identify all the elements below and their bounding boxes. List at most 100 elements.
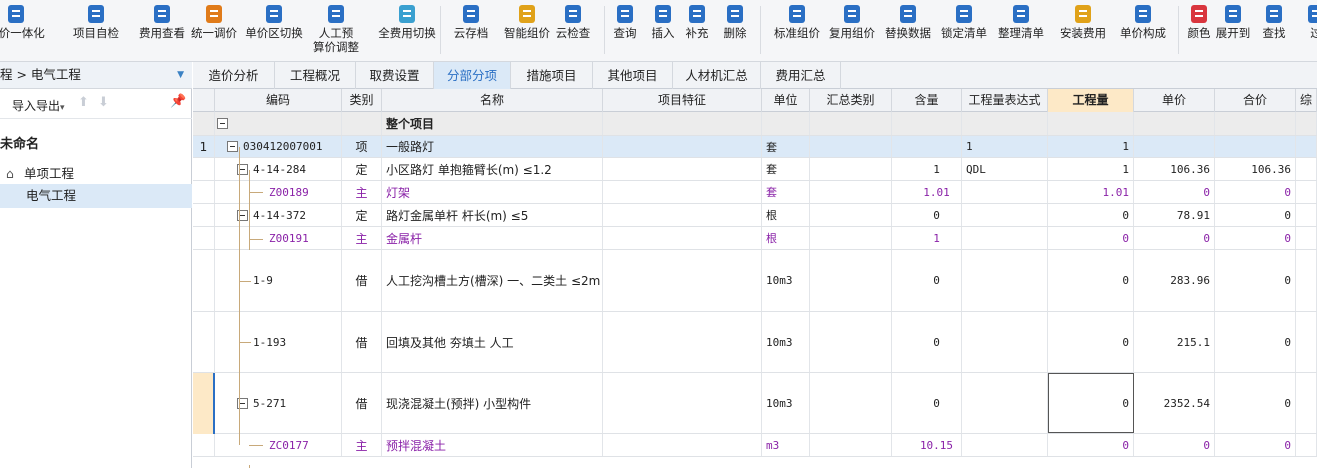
breadcrumb[interactable]: 程 > 电气工程 ▼ (0, 62, 192, 89)
cell-comp[interactable] (1296, 434, 1317, 456)
cell-total[interactable]: 0 (1215, 373, 1296, 433)
tree-item-electrical[interactable]: 电气工程 (0, 184, 192, 208)
toolbar-button-0[interactable]: 量价一体化 (0, 0, 46, 61)
cell-type[interactable]: 主 (342, 227, 382, 249)
cell-name[interactable]: 一般路灯 (382, 136, 603, 157)
cell-total[interactable]: 0 (1215, 312, 1296, 372)
cell-total[interactable] (1215, 112, 1296, 135)
toolbar-button-21[interactable]: 颜色 (1184, 0, 1214, 61)
tab-7[interactable]: 费用汇总 (761, 62, 841, 89)
cell-no[interactable] (193, 312, 215, 372)
table-row[interactable]: 1 030412007001 项 一般路灯 套 1 1 (193, 136, 1317, 158)
cell-code[interactable]: 5-271 (215, 373, 342, 433)
tab-5[interactable]: 其他项目 (593, 62, 673, 89)
cell-comp[interactable] (1296, 373, 1317, 433)
cell-expr[interactable]: QDL (962, 158, 1048, 180)
chevron-down-icon[interactable]: ▼ (177, 62, 184, 88)
cell-code[interactable] (215, 112, 342, 135)
cell-feature[interactable] (603, 112, 762, 135)
cell-no[interactable] (193, 181, 215, 203)
cell-qty[interactable]: 0 (1048, 312, 1134, 372)
cell-type[interactable]: 借 (342, 373, 382, 433)
cell-expr[interactable] (962, 204, 1048, 226)
toolbar-button-1[interactable]: 项目自检 (64, 0, 128, 61)
cell-feature[interactable] (603, 158, 762, 180)
toolbar-button-3[interactable]: 统一调价 (186, 0, 242, 61)
cell-expr[interactable] (962, 312, 1048, 372)
cell-qty_ratio[interactable] (892, 136, 962, 157)
import-export-button[interactable]: 导入导出▾ (12, 97, 65, 114)
cell-expr[interactable] (962, 373, 1048, 433)
cell-qty_ratio[interactable]: 1 (892, 227, 962, 249)
cell-qty[interactable]: 0 (1048, 204, 1134, 226)
cell-price[interactable]: 0 (1134, 227, 1215, 249)
column-header-9[interactable]: 单价 (1134, 89, 1215, 112)
cell-qty[interactable]: 0 (1048, 373, 1134, 433)
cell-summary[interactable] (810, 434, 892, 456)
cell-expr[interactable] (962, 250, 1048, 311)
toolbar-button-17[interactable]: 锁定清单 (938, 0, 990, 61)
toolbar-button-8[interactable]: 智能组价 (499, 0, 555, 61)
cell-feature[interactable] (603, 250, 762, 311)
toolbar-button-24[interactable]: 过 (1296, 0, 1317, 61)
cell-name[interactable]: 整个项目 (382, 112, 603, 135)
cell-summary[interactable] (810, 227, 892, 249)
cell-qty_ratio[interactable]: 1 (892, 158, 962, 180)
cell-expr[interactable] (962, 112, 1048, 135)
tab-1[interactable]: 工程概况 (275, 62, 356, 89)
unit-project-node[interactable]: ⌂ 单项工程 (6, 163, 74, 182)
cell-total[interactable] (1215, 136, 1296, 157)
cell-code[interactable]: ZC0177 (215, 434, 342, 456)
cell-feature[interactable] (603, 204, 762, 226)
table-row[interactable]: 5-271 借 现浇混凝土(预拌) 小型构件 10m3 0 0 2352.54 0 (193, 373, 1317, 434)
cell-comp[interactable] (1296, 158, 1317, 180)
collapse-toggle-icon[interactable] (217, 118, 228, 129)
toolbar-button-7[interactable]: 云存档 (446, 0, 496, 61)
cell-code[interactable]: 1-9 (215, 250, 342, 311)
cell-no[interactable]: 1 (193, 136, 215, 157)
toolbar-button-19[interactable]: 安装费用 (1055, 0, 1111, 61)
table-row[interactable]: 1-193 借 回填及其他 夯填土 人工 10m3 0 0 215.1 0 (193, 312, 1317, 373)
toolbar-button-2[interactable]: 费用查看 (133, 0, 191, 61)
cell-qty[interactable]: 0 (1048, 434, 1134, 456)
cell-qty[interactable]: 0 (1048, 227, 1134, 249)
cell-unit[interactable]: m3 (762, 434, 810, 456)
toolbar-button-11[interactable]: 插入 (647, 0, 679, 61)
move-down-icon[interactable]: ⬇ (98, 95, 112, 111)
cell-unit[interactable]: 套 (762, 181, 810, 203)
cell-name[interactable]: 回填及其他 夯填土 人工 (382, 312, 603, 372)
toolbar-button-12[interactable]: 补充 (681, 0, 713, 61)
tab-0[interactable]: 造价分析 (193, 62, 275, 89)
cell-qty_ratio[interactable]: 0 (892, 373, 962, 433)
cell-summary[interactable] (810, 373, 892, 433)
cell-name[interactable]: 现浇混凝土(预拌) 小型构件 (382, 373, 603, 433)
cell-unit[interactable]: 根 (762, 204, 810, 226)
toolbar-button-13[interactable]: 删除 (718, 0, 752, 61)
cell-unit[interactable] (762, 112, 810, 135)
tab-3[interactable]: 分部分项 (434, 62, 511, 89)
cell-price[interactable]: 283.96 (1134, 250, 1215, 311)
column-header-1[interactable]: 类别 (342, 89, 382, 112)
cell-name[interactable]: 小区路灯 单抱箍臂长(m) ≤1.2 (382, 158, 603, 180)
cell-name[interactable]: 灯架 (382, 181, 603, 203)
table-row[interactable]: Z00191 主 金属杆 根 1 0 0 0 (193, 227, 1317, 250)
cell-total[interactable]: 0 (1215, 434, 1296, 456)
cell-price[interactable] (1134, 112, 1215, 135)
cell-no[interactable] (193, 434, 215, 456)
cell-summary[interactable] (810, 312, 892, 372)
cell-name[interactable]: 预拌混凝土 (382, 434, 603, 456)
toolbar-button-16[interactable]: 替换数据 (880, 0, 936, 61)
table-row[interactable]: Z00189 主 灯架 套 1.01 1.01 0 0 (193, 181, 1317, 204)
cell-expr[interactable] (962, 227, 1048, 249)
toolbar-button-20[interactable]: 单价构成 (1112, 0, 1174, 61)
cell-unit[interactable]: 套 (762, 158, 810, 180)
cell-total[interactable]: 106.36 (1215, 158, 1296, 180)
cell-comp[interactable] (1296, 112, 1317, 135)
column-header-11[interactable]: 综 (1296, 89, 1317, 112)
cell-no[interactable] (193, 227, 215, 249)
cell-price[interactable]: 0 (1134, 181, 1215, 203)
cell-feature[interactable] (603, 136, 762, 157)
collapse-toggle-icon[interactable] (227, 141, 238, 152)
column-header-7[interactable]: 工程量表达式 (962, 89, 1048, 112)
cell-no[interactable] (193, 250, 215, 311)
